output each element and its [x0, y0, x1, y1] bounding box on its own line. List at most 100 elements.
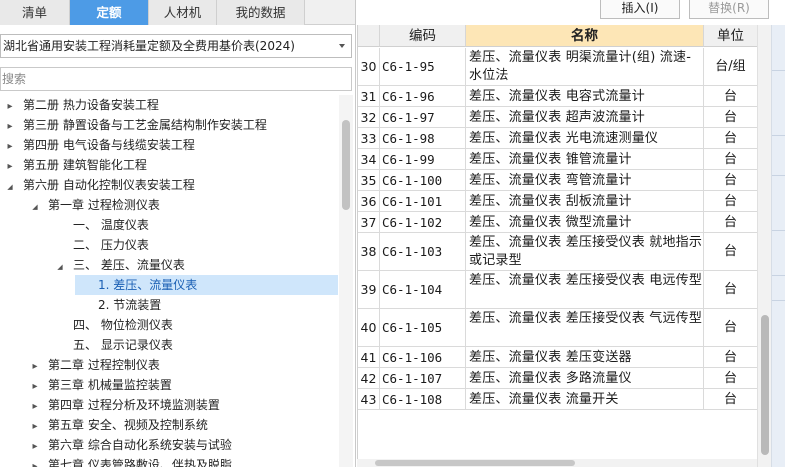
tree-node[interactable]: ▸ 第六章 综合自动化系统安装与试验 [28, 435, 231, 457]
row-code: C6-1-101 [380, 191, 466, 212]
library-select[interactable]: 湖北省通用安装工程消耗量定额及全费用基价表(2024) [0, 34, 352, 58]
chevron-right-icon[interactable]: ▸ [28, 397, 42, 417]
table-vertical-scrollbar[interactable] [757, 25, 771, 467]
quota-table: 编码 名称 单位 30 C6-1-95 差压、流量仪表 明渠流量计(组) 流速-水位… [357, 25, 757, 467]
tree-node[interactable]: 1. 差压、流量仪表 [75, 275, 338, 295]
chevron-down-icon[interactable]: ◢ [3, 177, 17, 197]
row-name: 差压、流量仪表 刮板流量计 [466, 191, 704, 212]
tree-node[interactable]: ▸ 第二册 热力设备安装工程 [3, 95, 159, 117]
table-row[interactable]: 43 C6-1-108 差压、流量仪表 流量开关台 [358, 389, 757, 410]
table-row[interactable]: 33 C6-1-98 差压、流量仪表 光电流速测量仪台 [358, 128, 757, 149]
row-code: C6-1-97 [380, 107, 466, 128]
tree-node[interactable]: ▸ 第五章 安全、视频及控制系统 [28, 415, 208, 437]
tab-bar: 清单 定额 人材机 我的数据 [0, 0, 355, 25]
table-row[interactable]: 37 C6-1-102 差压、流量仪表 微型流量计台 [358, 212, 757, 233]
search-input[interactable] [1, 68, 351, 90]
chevron-right-icon[interactable]: ▸ [3, 97, 17, 117]
row-index: 40 [358, 309, 380, 347]
row-index: 31 [358, 86, 380, 107]
tree-node-label: 四、 物位检测仪表 [73, 318, 173, 332]
table-row[interactable]: 34 C6-1-99 差压、流量仪表 锥管流量计台 [358, 149, 757, 170]
tab-bill[interactable]: 清单 [0, 0, 70, 25]
row-unit: 台 [704, 233, 757, 271]
chevron-down-icon[interactable]: ◢ [28, 197, 42, 217]
tab-my-data[interactable]: 我的数据 [217, 0, 305, 25]
tree-node[interactable]: ◢ 第六册 自动化控制仪表安装工程 [3, 175, 195, 195]
tree-node[interactable]: ▸ 第二章 过程控制仪表 [28, 355, 159, 377]
tree-node[interactable]: ◢ 第一章 过程检测仪表 [28, 195, 160, 215]
tree-node-label: 三、 差压、流量仪表 [73, 258, 185, 272]
table-horizontal-scrollbar[interactable] [357, 459, 757, 467]
chevron-right-icon[interactable]: ▸ [28, 417, 42, 437]
row-name: 差压、流量仪表 差压接受仪表 就地指示或记录型 [466, 233, 704, 271]
table-row[interactable]: 32 C6-1-97 差压、流量仪表 超声波流量计台 [358, 107, 757, 128]
tree-node[interactable]: ▸ 第三册 静置设备与工艺金属结构制作安装工程 [3, 115, 267, 137]
chevron-right-icon[interactable]: ▸ [28, 357, 42, 377]
row-index: 32 [358, 107, 380, 128]
tree-node-label: 二、 压力仪表 [73, 238, 149, 252]
chevron-right-icon[interactable]: ▸ [3, 117, 17, 137]
unit-column-header[interactable]: 单位 [704, 25, 757, 47]
row-unit: 台/组 [704, 48, 757, 86]
side-panel-strip [771, 25, 785, 467]
search-box [0, 67, 352, 91]
row-index: 33 [358, 128, 380, 149]
tree-node-label: 第五章 安全、视频及控制系统 [48, 418, 208, 432]
tree-node[interactable]: ▸ 第五册 建筑智能化工程 [3, 155, 146, 177]
chevron-right-icon[interactable]: ▸ [28, 457, 42, 467]
table-vertical-scrollbar-thumb[interactable] [761, 315, 769, 455]
tree-node[interactable]: ◢ 三、 差压、流量仪表 [53, 255, 185, 275]
code-column-header[interactable]: 编码 [380, 25, 466, 47]
table-row[interactable]: 39 C6-1-104 差压、流量仪表 差压接受仪表 电远传型台 [358, 271, 757, 309]
replace-button[interactable]: 替换(R) [689, 0, 769, 19]
table-row[interactable]: 38 C6-1-103 差压、流量仪表 差压接受仪表 就地指示或记录型台 [358, 233, 757, 271]
table-row[interactable]: 41 C6-1-106 差压、流量仪表 差压变送器台 [358, 347, 757, 368]
chevron-down-icon[interactable]: ◢ [53, 257, 67, 277]
tree-node-label: 第二册 热力设备安装工程 [23, 98, 159, 112]
tree-node[interactable]: 五、 显示记录仪表 [53, 335, 173, 355]
row-code: C6-1-106 [380, 347, 466, 368]
table-row[interactable]: 42 C6-1-107 差压、流量仪表 多路流量仪台 [358, 368, 757, 389]
name-column-header[interactable]: 名称 [466, 25, 704, 47]
insert-button[interactable]: 插入(I) [600, 0, 680, 19]
row-name: 差压、流量仪表 电容式流量计 [466, 86, 704, 107]
row-index: 30 [358, 48, 380, 86]
tree-node[interactable]: 二、 压力仪表 [53, 235, 149, 255]
row-index: 36 [358, 191, 380, 212]
table-row[interactable]: 36 C6-1-101 差压、流量仪表 刮板流量计台 [358, 191, 757, 212]
row-unit: 台 [704, 191, 757, 212]
table-row[interactable]: 35 C6-1-100 差压、流量仪表 弯管流量计台 [358, 170, 757, 191]
tree-scrollbar-thumb[interactable] [342, 120, 350, 210]
chevron-down-icon [339, 44, 345, 48]
chevron-right-icon[interactable]: ▸ [28, 437, 42, 457]
table-horizontal-scrollbar-thumb[interactable] [375, 460, 575, 466]
tree-node[interactable]: ▸ 第四章 过程分析及环境监测装置 [28, 395, 220, 417]
table-row[interactable]: 30 C6-1-95 差压、流量仪表 明渠流量计(组) 流速-水位法 台/组 [358, 48, 757, 86]
tree-node[interactable]: ▸ 第七章 仪表管路敷设、伴热及脱脂 [28, 455, 232, 467]
tree-node-label: 第三册 静置设备与工艺金属结构制作安装工程 [23, 118, 267, 132]
tree-node-label: 第七章 仪表管路敷设、伴热及脱脂 [48, 458, 232, 467]
row-code: C6-1-102 [380, 212, 466, 233]
index-column-header [358, 25, 380, 47]
tab-labor-material-machine[interactable]: 人材机 [149, 0, 217, 25]
quota-list-panel: 插入(I) 替换(R) 编码 名称 单位 30 C6-1-95 差压、流量仪表 明渠… [357, 0, 785, 467]
library-select-value: 湖北省通用安装工程消耗量定额及全费用基价表(2024) [3, 39, 295, 53]
tree-node[interactable]: 2. 节流装置 [78, 295, 161, 315]
tree-scrollbar[interactable] [339, 95, 353, 467]
tree-node[interactable]: 四、 物位检测仪表 [53, 315, 173, 335]
chevron-right-icon[interactable]: ▸ [3, 157, 17, 177]
tree-node[interactable]: 一、 温度仪表 [53, 215, 149, 235]
row-code: C6-1-98 [380, 128, 466, 149]
row-name: 差压、流量仪表 流量开关 [466, 389, 704, 410]
tab-quota[interactable]: 定额 [70, 0, 149, 25]
table-row[interactable]: 31 C6-1-96 差压、流量仪表 电容式流量计台 [358, 86, 757, 107]
tree-node-label: 五、 显示记录仪表 [73, 338, 173, 352]
tree-node[interactable]: ▸ 第三章 机械量监控装置 [28, 375, 171, 397]
tree-node-label: 第一章 过程检测仪表 [48, 198, 160, 212]
chevron-right-icon[interactable]: ▸ [28, 377, 42, 397]
chevron-right-icon[interactable]: ▸ [3, 137, 17, 157]
tree-node-label: 第四章 过程分析及环境监测装置 [48, 398, 220, 412]
table-row[interactable]: 40 C6-1-105 差压、流量仪表 差压接受仪表 气远传型台 [358, 309, 757, 347]
tree-node[interactable]: ▸ 第四册 电气设备与线缆安装工程 [3, 135, 194, 157]
row-name: 差压、流量仪表 明渠流量计(组) 流速-水位法 [466, 48, 704, 86]
